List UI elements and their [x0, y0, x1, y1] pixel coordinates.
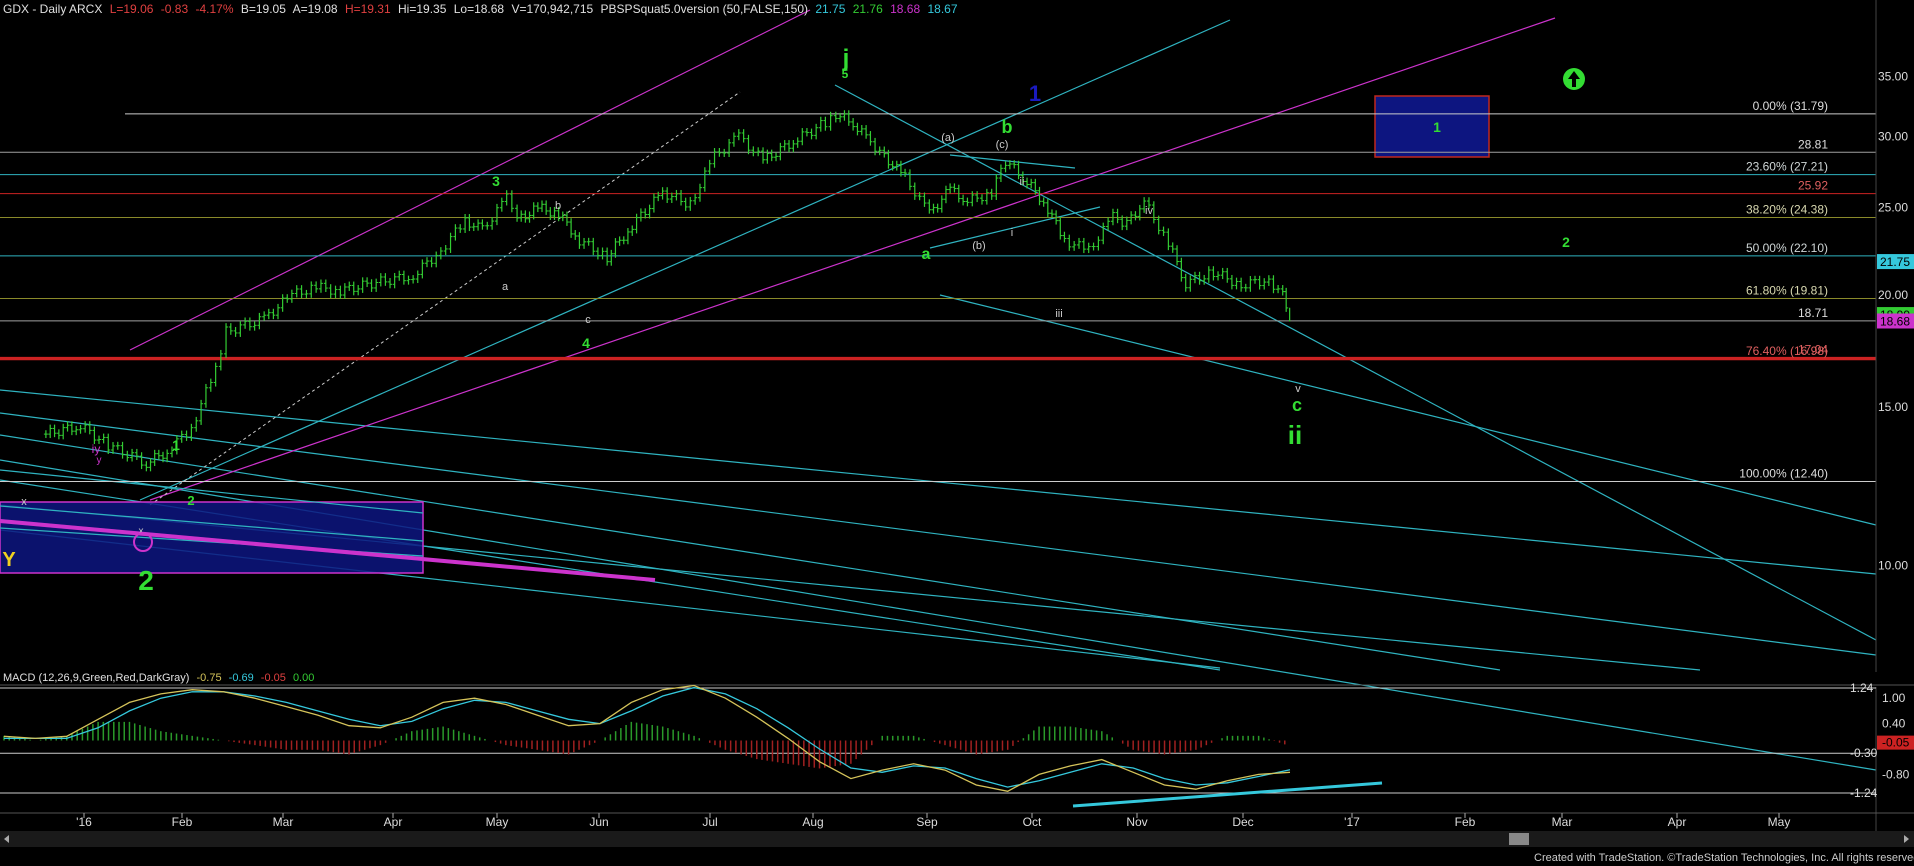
support-box — [0, 501, 424, 574]
time-tick-label: May — [1768, 815, 1791, 829]
price-tick-label: 25.00 — [1878, 201, 1908, 215]
fib-label-9: 76.40% (16.98) — [1746, 344, 1828, 358]
fib-label-7: 18.71 — [1798, 306, 1828, 320]
time-tick-label: Dec — [1232, 815, 1253, 829]
wave-label-18: (c) — [996, 139, 1009, 151]
chart-canvas: 0.00% (31.79) 28.81 23.60% (27.21) 25.92 38.… — [0, 0, 1914, 866]
bid-price: B=19.05 — [240, 2, 286, 16]
wave-label-11: y — [97, 455, 102, 466]
macd-header: MACD (12,26,9,Green,Red,DarkGray) -0.75 … — [3, 672, 318, 684]
wave-label-25: v — [1295, 383, 1301, 395]
macd-tick-label: -0.30 — [1850, 746, 1878, 760]
wave-label-6: c — [585, 314, 591, 326]
price-marker-label-2: 18.68 — [1880, 314, 1910, 328]
target-box — [1374, 95, 1490, 158]
wave-label-19: ii — [1020, 176, 1025, 188]
pct-change: -4.17% — [195, 2, 234, 16]
time-tick-label: Nov — [1126, 815, 1147, 829]
study-value-2: 21.76 — [852, 2, 883, 16]
time-tick-label: Apr — [1668, 815, 1687, 829]
wave-label-4: b — [555, 200, 561, 212]
wave-label-8: 1 — [172, 437, 180, 453]
scrollbar-thumb[interactable] — [1509, 833, 1529, 845]
study-value-1: 21.75 — [815, 2, 846, 16]
fib-label-1: 28.81 — [1798, 137, 1828, 151]
price-marker-label-0: 21.75 — [1880, 255, 1910, 269]
time-tick-label: '16 — [76, 815, 92, 829]
wave-label-16: (a) — [941, 132, 954, 144]
price-tick-label: 20.00 — [1878, 288, 1908, 302]
wave-label-9: 2 — [187, 493, 194, 508]
wave-label-7: 4 — [582, 335, 590, 351]
copyright-footer: Created with TradeStation. ©TradeStation… — [1534, 852, 1914, 864]
net-change: -0.83 — [160, 2, 189, 16]
wave-label-17: b — [1002, 117, 1013, 137]
wave-label-24: iv — [1145, 205, 1153, 217]
scrollbar[interactable] — [0, 831, 1914, 847]
time-tick-label: Jul — [702, 815, 717, 829]
study-value-4: 18.67 — [927, 2, 958, 16]
high-price: H=19.31 — [344, 2, 391, 16]
study-value-3: 18.68 — [890, 2, 921, 16]
macd-tick-label: 1.00 — [1882, 691, 1906, 705]
fib-label-2: 23.60% (27.21) — [1746, 160, 1828, 174]
time-tick-label: Sep — [916, 815, 938, 829]
macd-value-1: -0.75 — [196, 672, 222, 684]
wave-label-1: 5 — [842, 67, 849, 81]
time-tick-label: Oct — [1023, 815, 1042, 829]
wave-label-15: 2 — [138, 565, 154, 596]
price-tick-label: 30.00 — [1878, 130, 1908, 144]
fib-label-6: 61.80% (19.81) — [1746, 284, 1828, 298]
ask-price: A=19.08 — [292, 2, 338, 16]
wave-label-28: 1 — [1433, 119, 1441, 135]
price-tick-label: 10.00 — [1878, 559, 1908, 573]
macd-tick-label: -1.24 — [1850, 786, 1878, 800]
time-tick-label: '17 — [1344, 815, 1360, 829]
symbol-label: GDX - Daily ARCX — [3, 2, 103, 16]
macd-tick-label: 0.40 — [1882, 717, 1906, 731]
wave-label-13: x — [139, 526, 144, 537]
wave-label-23: iii — [1055, 308, 1062, 320]
time-tick-label: May — [486, 815, 509, 829]
time-tick-label: Feb — [172, 815, 193, 829]
macd-tick-label: -0.05 — [1882, 736, 1910, 750]
time-tick-label: Mar — [273, 815, 294, 829]
low-price: Lo=18.68 — [453, 2, 505, 16]
wave-label-14: Y — [2, 549, 16, 571]
time-tick-label: Jun — [589, 815, 608, 829]
macd-tick-label: -0.80 — [1882, 767, 1910, 781]
wave-label-21: (b) — [972, 240, 985, 252]
wave-label-12: x — [21, 496, 27, 508]
last-price: L=19.06 — [109, 2, 154, 16]
chart-header: GDX - Daily ARCX L=19.06 -0.83 -4.17% B=… — [3, 2, 962, 16]
wave-label-3: 3 — [492, 173, 500, 189]
macd-value-4: 0.00 — [292, 672, 315, 684]
time-tick-label: Aug — [802, 815, 823, 829]
wave-label-10: iy — [92, 442, 101, 456]
wave-label-27: ii — [1288, 420, 1302, 450]
wave-label-26: c — [1292, 395, 1302, 415]
macd-tick-label: 1.24 — [1850, 681, 1874, 695]
wave-label-5: a — [502, 281, 509, 293]
fib-label-5: 50.00% (22.10) — [1746, 241, 1828, 255]
wave-label-22: i — [1011, 227, 1013, 239]
wave-label-20: a — [922, 246, 931, 263]
volume: V=170,942,715 — [511, 2, 594, 16]
price-tick-label: 15.00 — [1878, 400, 1908, 414]
macd-name: MACD (12,26,9,Green,Red,DarkGray) — [3, 672, 190, 684]
wave-label-29: 2 — [1562, 234, 1570, 250]
fib-label-4: 38.20% (24.38) — [1746, 203, 1828, 217]
fib-label-0: 0.00% (31.79) — [1753, 99, 1828, 113]
wave-label-2: 1 — [1029, 81, 1041, 106]
time-tick-label: Mar — [1552, 815, 1573, 829]
time-tick-label: Apr — [384, 815, 403, 829]
high-price-2: Hi=19.35 — [398, 2, 447, 16]
time-tick-label: Feb — [1455, 815, 1476, 829]
study-name: PBSPSquat5.0version (50,FALSE,150) — [600, 2, 809, 16]
macd-value-3: -0.05 — [260, 672, 286, 684]
fib-label-3: 25.92 — [1798, 179, 1828, 193]
macd-value-2: -0.69 — [228, 672, 254, 684]
fib-label-10: 100.00% (12.40) — [1739, 467, 1828, 481]
price-tick-label: 35.00 — [1878, 69, 1908, 83]
